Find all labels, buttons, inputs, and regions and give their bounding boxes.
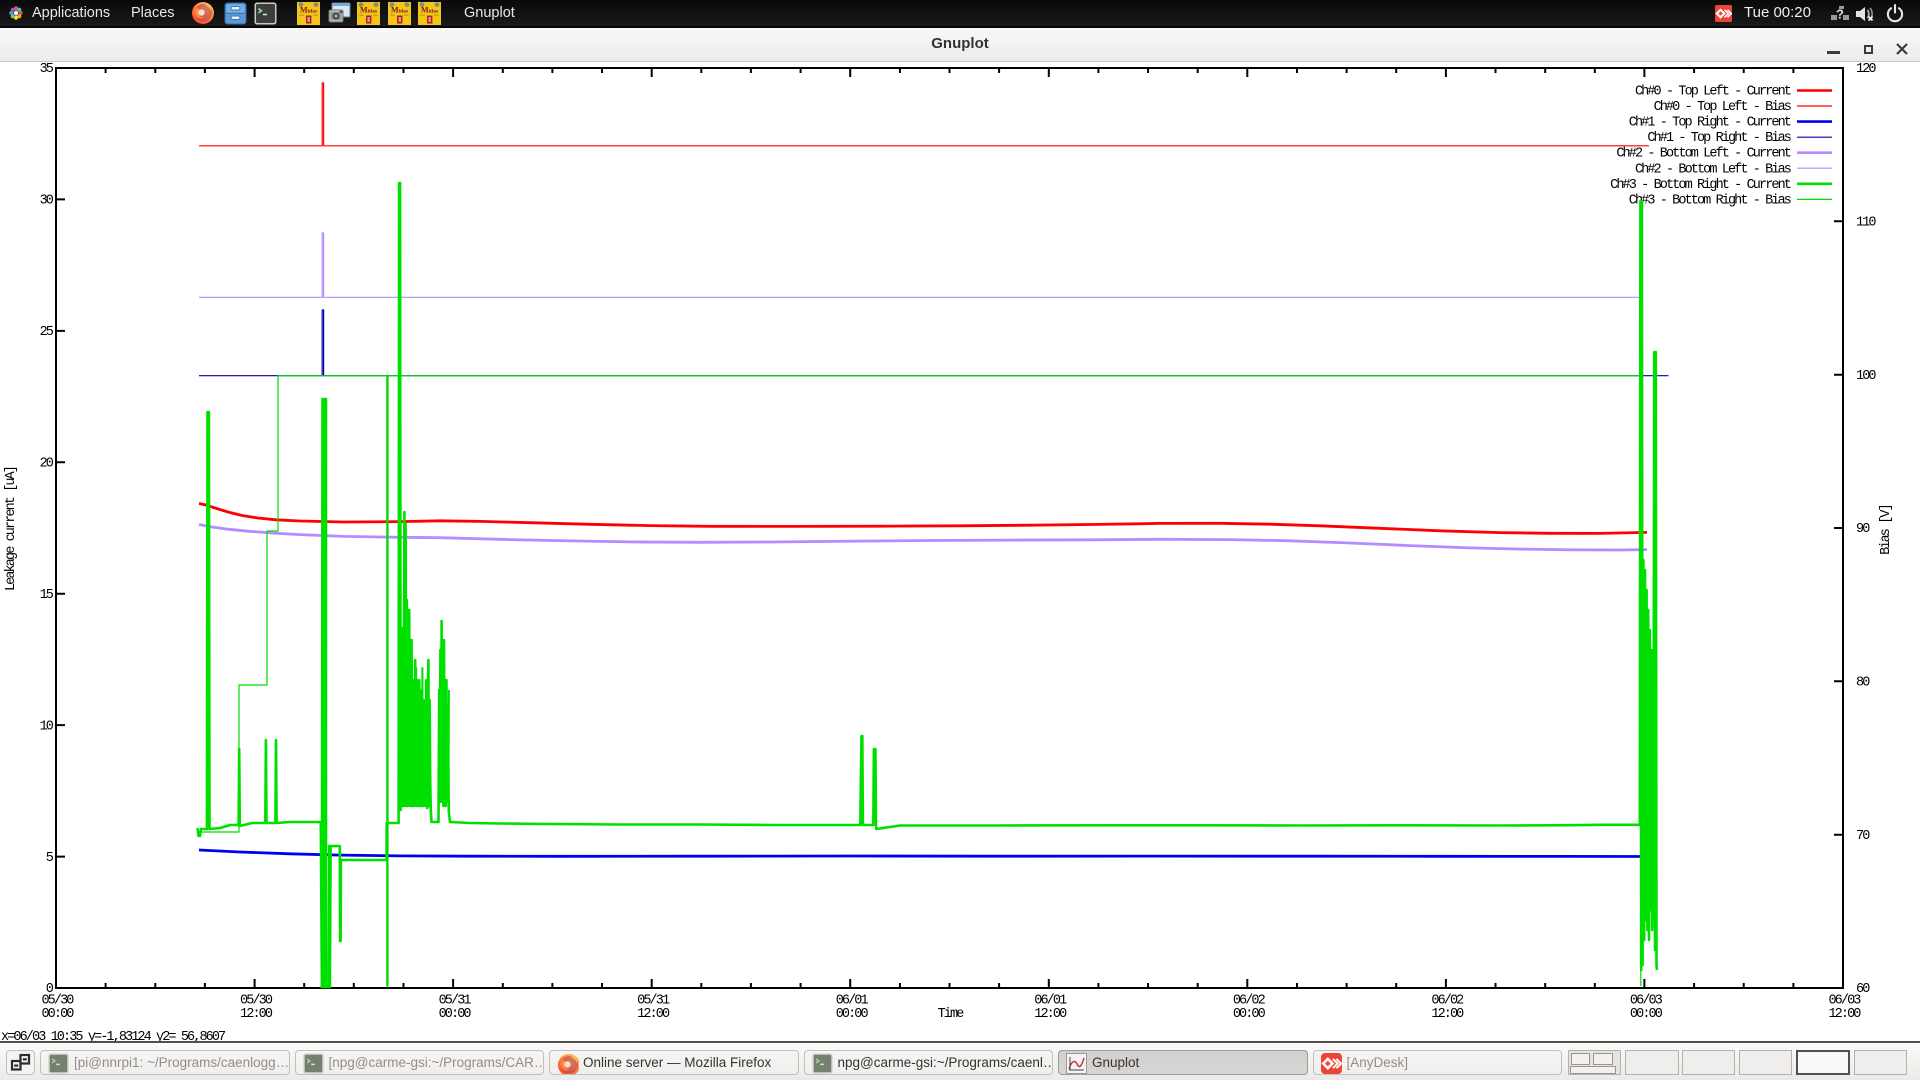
svg-text:Time: Time: [938, 1007, 965, 1022]
svg-text:90: 90: [1856, 522, 1870, 537]
svg-text:?: ?: [1836, 7, 1844, 22]
svg-text:12:00: 12:00: [1034, 1007, 1067, 1022]
svg-text:15: 15: [40, 588, 54, 603]
svg-text:00:00: 00:00: [836, 1007, 869, 1022]
svg-text:00:00: 00:00: [1233, 1007, 1266, 1022]
svg-text:110: 110: [1856, 216, 1876, 231]
svg-text:00:00: 00:00: [1630, 1007, 1663, 1022]
svg-text:00:00: 00:00: [41, 1007, 74, 1022]
svg-text:20: 20: [40, 456, 54, 471]
svg-text:Ch#3 - Bottom Right - Current: Ch#3 - Bottom Right - Current: [1610, 178, 1791, 193]
svg-text:Ch#1 - Top Right - Bias: Ch#1 - Top Right - Bias: [1647, 131, 1790, 146]
svg-text:35: 35: [40, 62, 54, 77]
svg-text:80: 80: [1856, 676, 1870, 691]
svg-text:12:00: 12:00: [637, 1007, 670, 1022]
svg-text:Ch#0 - Top Left - Current: Ch#0 - Top Left - Current: [1635, 85, 1791, 100]
svg-text:Ch#2 - Bottom Left - Current: Ch#2 - Bottom Left - Current: [1616, 147, 1790, 162]
svg-text:120: 120: [1856, 62, 1876, 77]
svg-text:10: 10: [40, 719, 54, 734]
svg-text:Bias [V]: Bias [V]: [1879, 505, 1894, 555]
svg-text:Ch#1 - Top Right - Current: Ch#1 - Top Right - Current: [1629, 116, 1791, 131]
svg-text:00:00: 00:00: [439, 1007, 472, 1022]
svg-text:12:00: 12:00: [1828, 1007, 1861, 1022]
svg-text:12:00: 12:00: [240, 1007, 273, 1022]
svg-text:5: 5: [46, 851, 54, 866]
svg-text:12:00: 12:00: [1431, 1007, 1464, 1022]
svg-text:30: 30: [40, 194, 54, 209]
svg-text:Ch#0 - Top Left - Bias: Ch#0 - Top Left - Bias: [1654, 100, 1791, 115]
svg-text:Ch#2 - Bottom Left - Bias: Ch#2 - Bottom Left - Bias: [1635, 162, 1791, 177]
svg-text:Leakage current [uA]: Leakage current [uA]: [4, 467, 19, 591]
svg-text:100: 100: [1856, 369, 1876, 384]
svg-text:Ch#3 - Bottom Right - Bias: Ch#3 - Bottom Right - Bias: [1629, 193, 1791, 208]
svg-text:25: 25: [40, 325, 54, 340]
svg-text:70: 70: [1856, 829, 1870, 844]
